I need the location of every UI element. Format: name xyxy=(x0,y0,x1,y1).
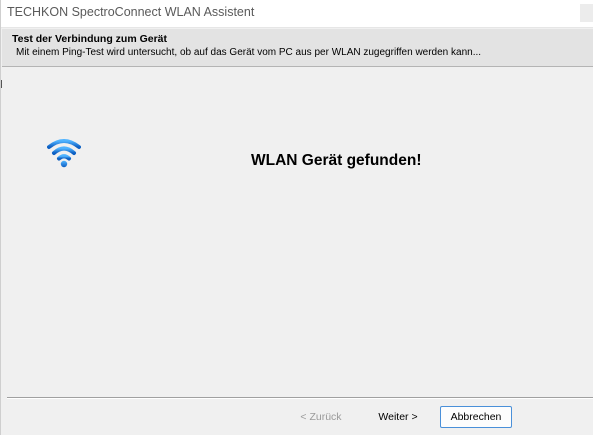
wifi-icon xyxy=(47,139,81,168)
back-button[interactable]: < Zurück xyxy=(285,406,357,428)
wizard-content xyxy=(2,68,593,396)
step-description: Mit einem Ping-Test wird untersucht, ob … xyxy=(16,47,482,58)
step-title: Test der Verbindung zum Gerät xyxy=(12,33,167,45)
wizard-window: TECHKON SpectroConnect WLAN Assistent Te… xyxy=(0,0,593,435)
close-icon[interactable] xyxy=(580,4,593,22)
cancel-button[interactable]: Abbrechen xyxy=(440,406,512,428)
status-message: WLAN Gerät gefunden! xyxy=(251,152,422,169)
wizard-header: Test der Verbindung zum Gerät Mit einem … xyxy=(2,29,593,67)
window-title: TECHKON SpectroConnect WLAN Assistent xyxy=(7,5,255,19)
title-bar[interactable]: TECHKON SpectroConnect WLAN Assistent xyxy=(1,0,593,28)
footer-divider xyxy=(7,397,593,399)
next-button[interactable]: Weiter > xyxy=(363,406,433,428)
